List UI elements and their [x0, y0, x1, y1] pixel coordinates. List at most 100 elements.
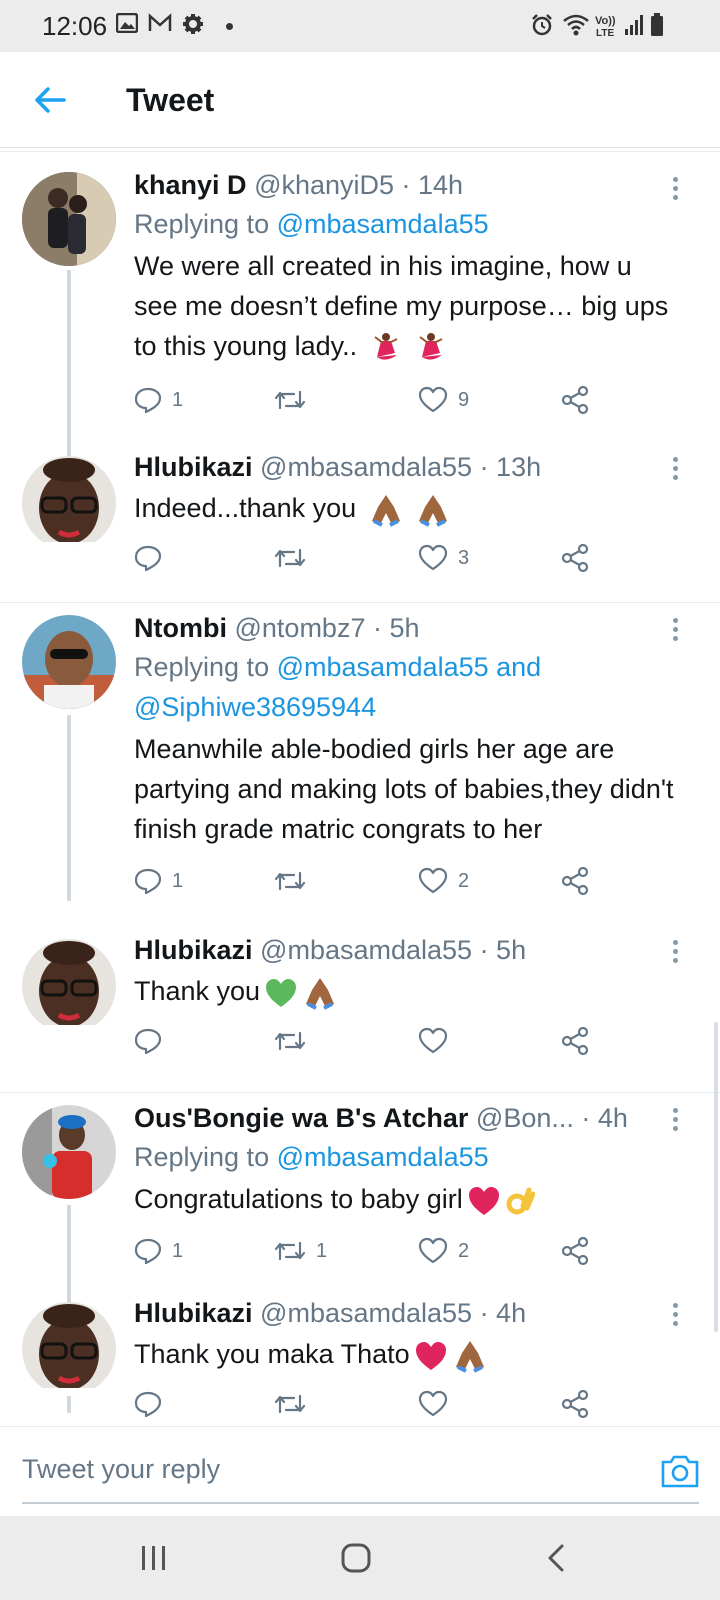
mention-link[interactable]: @mbasamdala55 and: [277, 652, 542, 682]
retweet-button[interactable]: [274, 380, 316, 420]
retweet-button[interactable]: [274, 861, 316, 901]
tweet-text: Thank you maka Thato: [134, 1334, 680, 1374]
avatar[interactable]: [22, 456, 116, 550]
heart-icon: [418, 1027, 448, 1054]
mention-link[interactable]: @mbasamdala55: [277, 209, 489, 239]
avatar[interactable]: [22, 939, 116, 1033]
share-button[interactable]: [560, 861, 590, 901]
like-button[interactable]: 2: [418, 1231, 469, 1271]
share-icon: [561, 1236, 589, 1266]
reply-button[interactable]: 1: [134, 1231, 183, 1271]
more-options-button[interactable]: [670, 937, 680, 967]
more-options-button[interactable]: [670, 454, 680, 484]
replying-to: Replying to @mbasamdala55: [134, 209, 489, 239]
handle-time: @mbasamdala55 · 13h: [260, 452, 542, 482]
heart-icon: [418, 386, 448, 413]
home-button[interactable]: [334, 1538, 378, 1578]
replying-to: Replying to @mbasamdala55: [134, 1142, 489, 1172]
reply-button[interactable]: [134, 1384, 162, 1424]
red-heart-emoji: [415, 1341, 446, 1370]
reply-button[interactable]: 1: [134, 861, 183, 901]
display-name[interactable]: Hlubikazi: [134, 1298, 253, 1328]
green-heart-emoji: [266, 978, 297, 1007]
mention-link[interactable]: @Siphiwe38695944: [134, 692, 376, 722]
retweet-button[interactable]: [274, 1021, 316, 1061]
avatar-photo: [22, 1105, 116, 1199]
heart-icon: [418, 1237, 448, 1264]
retweet-icon: [274, 390, 306, 410]
retweet-button[interactable]: [274, 538, 316, 578]
folded-hands-emoji: [306, 977, 335, 1010]
display-name[interactable]: Ous'Bongie wa B's Atchar: [134, 1103, 468, 1133]
share-icon: [561, 1389, 589, 1419]
handle: @Bon...: [475, 1103, 574, 1133]
share-button[interactable]: [560, 1384, 590, 1424]
more-options-button[interactable]: [670, 1300, 680, 1330]
reply-button[interactable]: [134, 538, 172, 578]
retweet-count: 1: [316, 1239, 328, 1262]
like-button[interactable]: 9: [418, 380, 469, 420]
handle-time: @khanyiD5 · 14h: [254, 170, 464, 200]
share-icon: [561, 385, 589, 415]
camera-button[interactable]: [660, 1453, 700, 1489]
avatar-photo: [22, 615, 116, 709]
avatar[interactable]: [22, 1105, 116, 1199]
like-button[interactable]: [418, 1021, 458, 1061]
avatar[interactable]: [22, 1302, 116, 1396]
reply-button[interactable]: [134, 1021, 172, 1061]
share-button[interactable]: [560, 538, 590, 578]
reply-composer: Tweet your reply: [0, 1426, 720, 1516]
retweet-button[interactable]: 1: [274, 1231, 327, 1271]
more-options-button[interactable]: [670, 174, 680, 204]
folded-hands-emoji: [419, 494, 448, 527]
wifi-icon: [563, 14, 589, 36]
display-name[interactable]: Hlubikazi: [134, 452, 253, 482]
more-options-button[interactable]: [670, 1105, 680, 1135]
tweet-reply-input[interactable]: Tweet your reply: [22, 1449, 622, 1489]
mention-link[interactable]: @mbasamdala55: [277, 1142, 489, 1172]
reply-thread[interactable]: khanyi D @khanyiD5 · 14h Replying to @mb…: [0, 152, 720, 1426]
retweet-icon: [274, 871, 306, 891]
like-button[interactable]: 3: [418, 538, 469, 578]
like-button[interactable]: 2: [418, 861, 469, 901]
thread-line: [67, 715, 71, 901]
heart-icon: [418, 867, 448, 894]
retweet-icon: [274, 1031, 306, 1051]
display-name[interactable]: Ntombi: [134, 613, 227, 643]
avatar-photo: [22, 1302, 116, 1396]
display-name[interactable]: Hlubikazi: [134, 935, 253, 965]
dancer-emoji: [419, 332, 443, 360]
retweet-button[interactable]: [274, 1384, 306, 1424]
app-header: Tweet: [0, 52, 720, 148]
svg-text:Vo)): Vo)): [595, 15, 616, 27]
heart-icon: [418, 1390, 448, 1417]
handle-time: @mbasamdala55 · 5h: [260, 935, 527, 965]
thread-line: [67, 270, 71, 456]
more-options-button[interactable]: [670, 615, 680, 645]
tweet-actions: 3: [134, 538, 604, 578]
notification-dot: [226, 23, 233, 30]
divider: [0, 1092, 720, 1093]
share-icon: [561, 1026, 589, 1056]
back-nav-button[interactable]: [536, 1538, 580, 1578]
like-count: 3: [458, 546, 470, 569]
recent-apps-button[interactable]: [132, 1538, 176, 1578]
tweet-time: · 4h: [581, 1103, 628, 1133]
share-button[interactable]: [560, 1021, 590, 1061]
display-name[interactable]: khanyi D: [134, 170, 247, 200]
back-button[interactable]: [28, 78, 72, 122]
reply-button[interactable]: 1: [134, 380, 183, 420]
arrow-left-icon: [35, 87, 66, 113]
like-count: 9: [458, 388, 470, 411]
share-button[interactable]: [560, 380, 590, 420]
tweet-text: Meanwhile able-bodied girls her age are …: [134, 734, 674, 844]
reply-icon: [134, 1238, 162, 1265]
share-button[interactable]: [560, 1231, 590, 1271]
avatar[interactable]: [22, 172, 116, 266]
camera-icon: [661, 1455, 699, 1488]
scrollbar[interactable]: [714, 1022, 718, 1332]
avatar[interactable]: [22, 615, 116, 709]
reply-icon: [134, 1391, 162, 1418]
like-button[interactable]: [418, 1384, 448, 1424]
like-count: 2: [458, 1239, 470, 1262]
